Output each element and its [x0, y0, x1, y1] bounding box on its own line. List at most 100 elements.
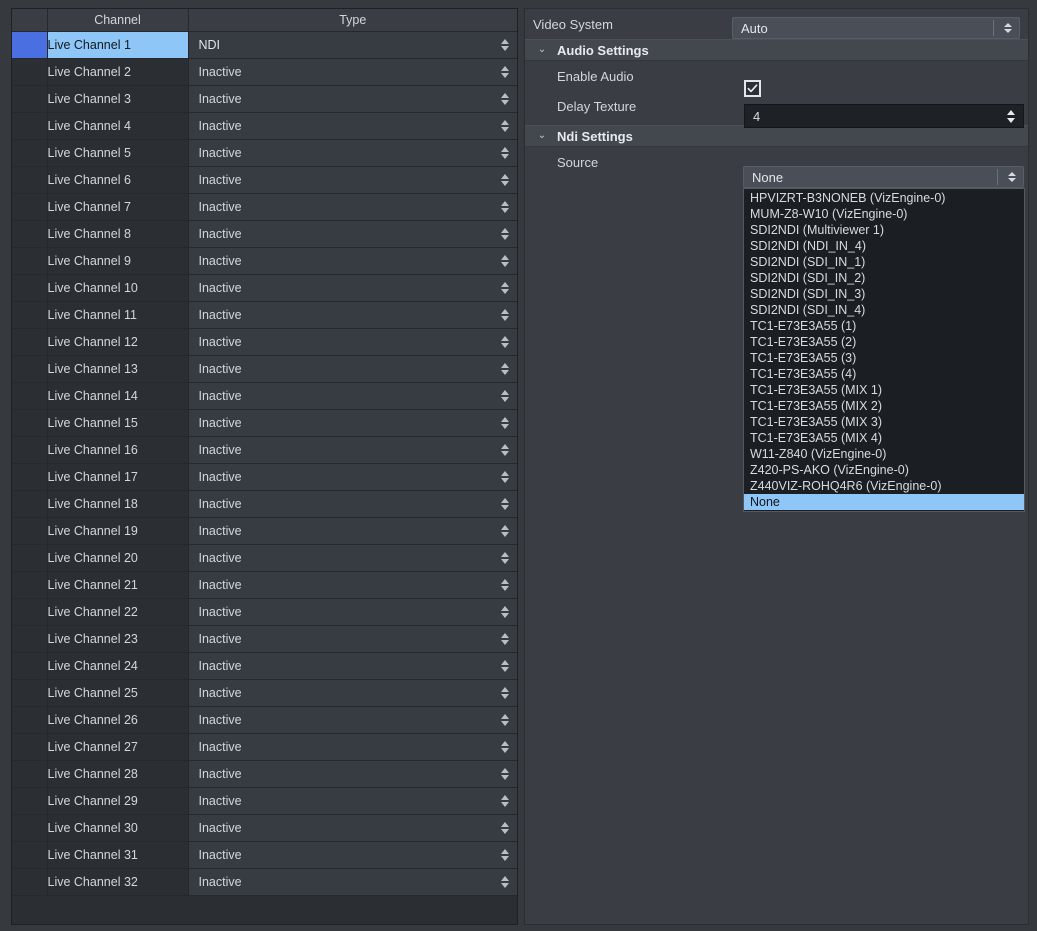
- table-row[interactable]: Live Channel 5 Inactive: [12, 139, 517, 167]
- channel-type-spinner-icon[interactable]: [500, 849, 511, 861]
- column-header-channel[interactable]: Channel: [47, 9, 189, 32]
- channel-type-spinner-icon[interactable]: [500, 228, 511, 240]
- row-indicator[interactable]: [12, 814, 48, 842]
- table-row[interactable]: Live Channel 22 Inactive: [12, 598, 517, 626]
- chevron-down-icon[interactable]: ⌄: [533, 131, 551, 141]
- channel-type-cell[interactable]: Inactive: [188, 274, 517, 302]
- channel-type-spinner-icon[interactable]: [500, 363, 511, 375]
- table-row[interactable]: Live Channel 3 Inactive: [12, 85, 517, 113]
- dropdown-option[interactable]: SDI2NDI (SDI_IN_1): [744, 254, 1024, 270]
- table-row[interactable]: Live Channel 27 Inactive: [12, 733, 517, 761]
- table-row[interactable]: Live Channel 18 Inactive: [12, 490, 517, 518]
- channel-name-cell[interactable]: Live Channel 13: [47, 355, 189, 383]
- table-row[interactable]: Live Channel 32 Inactive: [12, 868, 517, 896]
- audio-settings-section-header[interactable]: ⌄ Audio Settings: [525, 39, 1028, 61]
- channel-type-cell[interactable]: NDI: [188, 31, 517, 59]
- dropdown-option[interactable]: TC1-E73E3A55 (2): [744, 334, 1024, 350]
- row-indicator[interactable]: [12, 760, 48, 788]
- row-indicator[interactable]: [12, 31, 48, 59]
- row-indicator[interactable]: [12, 787, 48, 815]
- row-indicator[interactable]: [12, 598, 48, 626]
- row-indicator[interactable]: [12, 166, 48, 194]
- delay-texture-spinner-icon[interactable]: [1005, 109, 1016, 123]
- channel-type-cell[interactable]: Inactive: [188, 814, 517, 842]
- channel-type-spinner-icon[interactable]: [500, 255, 511, 267]
- row-indicator[interactable]: [12, 625, 48, 653]
- channel-name-cell[interactable]: Live Channel 4: [47, 112, 189, 140]
- channel-type-spinner-icon[interactable]: [500, 822, 511, 834]
- row-indicator[interactable]: [12, 247, 48, 275]
- channel-name-cell[interactable]: Live Channel 23: [47, 625, 189, 653]
- channel-name-cell[interactable]: Live Channel 24: [47, 652, 189, 680]
- channel-name-cell[interactable]: Live Channel 14: [47, 382, 189, 410]
- dropdown-option[interactable]: TC1-E73E3A55 (4): [744, 366, 1024, 382]
- channel-type-cell[interactable]: Inactive: [188, 166, 517, 194]
- channel-type-spinner-icon[interactable]: [500, 309, 511, 321]
- column-header-indicator[interactable]: [12, 9, 48, 32]
- channel-type-cell[interactable]: Inactive: [188, 247, 517, 275]
- table-row[interactable]: Live Channel 8 Inactive: [12, 220, 517, 248]
- channel-name-cell[interactable]: Live Channel 15: [47, 409, 189, 437]
- dropdown-option[interactable]: Z420-PS-AKO (VizEngine-0): [744, 462, 1024, 478]
- table-row[interactable]: Live Channel 23 Inactive: [12, 625, 517, 653]
- channel-type-cell[interactable]: Inactive: [188, 220, 517, 248]
- channel-name-cell[interactable]: Live Channel 18: [47, 490, 189, 518]
- table-row[interactable]: Live Channel 6 Inactive: [12, 166, 517, 194]
- channel-type-spinner-icon[interactable]: [500, 120, 511, 132]
- table-row[interactable]: Live Channel 7 Inactive: [12, 193, 517, 221]
- row-indicator[interactable]: [12, 220, 48, 248]
- channel-name-cell[interactable]: Live Channel 30: [47, 814, 189, 842]
- channel-name-cell[interactable]: Live Channel 20: [47, 544, 189, 572]
- channel-type-cell[interactable]: Inactive: [188, 85, 517, 113]
- row-indicator[interactable]: [12, 409, 48, 437]
- row-indicator[interactable]: [12, 328, 48, 356]
- row-indicator[interactable]: [12, 58, 48, 86]
- video-system-combobox[interactable]: Auto: [732, 17, 1020, 39]
- channel-type-cell[interactable]: Inactive: [188, 733, 517, 761]
- column-header-type[interactable]: Type: [188, 9, 517, 32]
- channel-type-cell[interactable]: Inactive: [188, 328, 517, 356]
- channel-name-cell[interactable]: Live Channel 16: [47, 436, 189, 464]
- channel-type-spinner-icon[interactable]: [500, 471, 511, 483]
- channel-type-cell[interactable]: Inactive: [188, 193, 517, 221]
- channel-type-cell[interactable]: Inactive: [188, 571, 517, 599]
- channel-type-cell[interactable]: Inactive: [188, 760, 517, 788]
- table-row[interactable]: Live Channel 2 Inactive: [12, 58, 517, 86]
- channel-type-cell[interactable]: Inactive: [188, 868, 517, 896]
- channel-type-cell[interactable]: Inactive: [188, 490, 517, 518]
- channel-type-spinner-icon[interactable]: [500, 741, 511, 753]
- row-indicator[interactable]: [12, 301, 48, 329]
- video-system-spinner-icon[interactable]: [1002, 23, 1013, 33]
- table-row[interactable]: Live Channel 9 Inactive: [12, 247, 517, 275]
- channel-type-cell[interactable]: Inactive: [188, 679, 517, 707]
- table-row[interactable]: Live Channel 21 Inactive: [12, 571, 517, 599]
- row-indicator[interactable]: [12, 868, 48, 896]
- row-indicator[interactable]: [12, 733, 48, 761]
- channel-name-cell[interactable]: Live Channel 31: [47, 841, 189, 869]
- channel-type-spinner-icon[interactable]: [500, 633, 511, 645]
- table-row[interactable]: Live Channel 30 Inactive: [12, 814, 517, 842]
- channel-name-cell[interactable]: Live Channel 32: [47, 868, 189, 896]
- channel-type-cell[interactable]: Inactive: [188, 409, 517, 437]
- channel-type-spinner-icon[interactable]: [500, 525, 511, 537]
- table-row[interactable]: Live Channel 25 Inactive: [12, 679, 517, 707]
- channel-name-cell[interactable]: Live Channel 8: [47, 220, 189, 248]
- row-indicator[interactable]: [12, 355, 48, 383]
- row-indicator[interactable]: [12, 463, 48, 491]
- channel-type-cell[interactable]: Inactive: [188, 544, 517, 572]
- table-row[interactable]: Live Channel 15 Inactive: [12, 409, 517, 437]
- table-row[interactable]: Live Channel 29 Inactive: [12, 787, 517, 815]
- channel-type-spinner-icon[interactable]: [500, 147, 511, 159]
- channel-name-cell[interactable]: Live Channel 2: [47, 58, 189, 86]
- row-indicator[interactable]: [12, 652, 48, 680]
- row-indicator[interactable]: [12, 841, 48, 869]
- channel-name-cell[interactable]: Live Channel 29: [47, 787, 189, 815]
- table-row[interactable]: Live Channel 10 Inactive: [12, 274, 517, 302]
- channel-type-spinner-icon[interactable]: [500, 660, 511, 672]
- channel-type-cell[interactable]: Inactive: [188, 706, 517, 734]
- source-spinner-icon[interactable]: [1006, 172, 1017, 182]
- table-row[interactable]: Live Channel 4 Inactive: [12, 112, 517, 140]
- channel-name-cell[interactable]: Live Channel 6: [47, 166, 189, 194]
- dropdown-option[interactable]: SDI2NDI (SDI_IN_3): [744, 286, 1024, 302]
- channel-name-cell[interactable]: Live Channel 1: [47, 31, 189, 59]
